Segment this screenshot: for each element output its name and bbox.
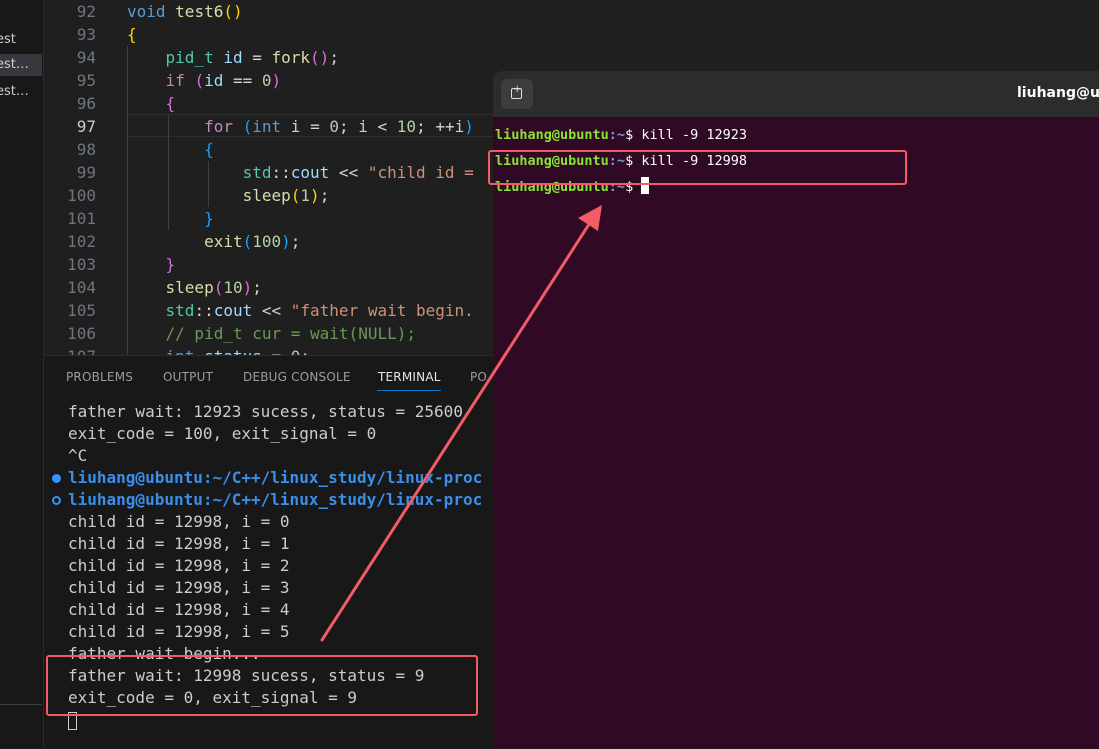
prompt-sign: $ — [625, 127, 642, 143]
code-line: } — [165, 255, 176, 274]
terminal-output-line: child id = 12998, i = 2 — [68, 556, 290, 575]
new-tab-icon — [511, 84, 522, 99]
code-line: int status = 0; — [127, 345, 311, 355]
command-text: kill -9 12923 — [641, 127, 747, 143]
code-line: // pid_t cur = wait(NULL); — [165, 324, 416, 343]
code-line: sleep(1); — [242, 186, 330, 205]
line-number: 99 — [76, 163, 96, 182]
line-number: 93 — [76, 25, 96, 44]
sidebar-file-item[interactable]: est — [0, 29, 42, 51]
code-line: std::cout << "father wait begin. — [165, 301, 474, 320]
terminal-output-line: child id = 12998, i = 0 — [68, 512, 290, 531]
sidebar-file-label: est… — [0, 57, 29, 72]
line-number: 107 — [44, 345, 96, 355]
sidebar-file-label: est… — [0, 84, 29, 99]
tab-problems[interactable]: PROBLEMS — [66, 370, 133, 384]
line-number: 94 — [76, 48, 96, 67]
code-line: if (id == 0) — [165, 71, 282, 90]
code-line: } — [204, 209, 214, 228]
tab-ports[interactable]: PO — [470, 370, 487, 384]
code-line: void test6() — [127, 2, 243, 21]
terminal-output-line: child id = 12998, i = 3 — [68, 578, 290, 597]
line-number: 95 — [76, 71, 96, 90]
prompt-path: :~/C++/linux_study/linux-proc — [202, 468, 483, 487]
code-line: sleep(10); — [165, 278, 262, 297]
terminal-titlebar: liuhang@ub — [493, 71, 1099, 117]
code-line: { — [204, 140, 214, 159]
sidebar-file-label: est — [0, 32, 16, 47]
prompt-path: :~ — [608, 127, 626, 143]
terminal-output-line: child id = 12998, i = 5 — [68, 622, 290, 641]
line-number: 92 — [76, 2, 96, 21]
line-number: 102 — [67, 232, 96, 251]
active-tab-indicator — [377, 390, 441, 391]
tab-terminal[interactable]: TERMINAL — [378, 370, 441, 384]
terminal-prompt-line: liuhang@ubuntu:~/C++/linux_study/linux-p… — [68, 489, 482, 511]
command-status-dot[interactable] — [52, 474, 61, 483]
code-line: { — [165, 94, 176, 113]
line-number-current: 97 — [76, 117, 96, 136]
sidebar-divider — [0, 704, 42, 705]
line-number: 105 — [67, 301, 96, 320]
tab-output[interactable]: OUTPUT — [163, 370, 213, 384]
sidebar-file-item[interactable]: est… — [0, 81, 42, 103]
terminal-output-line: exit_code = 100, exit_signal = 0 — [68, 424, 377, 443]
terminal-prompt-line: liuhang@ubuntu:~/C++/linux_study/linux-p… — [68, 467, 482, 489]
line-number: 96 — [76, 94, 96, 113]
terminal-output-line: child id = 12998, i = 1 — [68, 534, 290, 553]
prompt-user: liuhang@ubuntu — [68, 490, 203, 509]
code-line: for (int i = 0; i < 10; ++i) — [204, 117, 474, 136]
annotation-highlight-box — [46, 655, 478, 716]
code-line: std::cout << "child id = — [242, 163, 484, 182]
prompt-user: liuhang@ubuntu — [495, 127, 609, 143]
tab-debug-console[interactable]: DEBUG CONSOLE — [243, 370, 351, 384]
sidebar-file-item-active[interactable]: est… — [0, 54, 42, 76]
annotation-highlight-box — [488, 150, 907, 185]
line-number: 103 — [67, 255, 96, 274]
prompt-user: liuhang@ubuntu — [68, 468, 203, 487]
new-tab-button[interactable] — [501, 79, 533, 109]
line-number: 100 — [67, 186, 96, 205]
code-editor[interactable]: 92 93 94 95 96 97 98 99 100 101 102 103 … — [44, 0, 493, 355]
command-status-dot[interactable] — [52, 496, 61, 505]
terminal-output-line: ^C — [68, 446, 88, 465]
line-number: 106 — [67, 324, 96, 343]
line-number: 98 — [76, 140, 96, 159]
code-line: { — [127, 25, 137, 44]
code-line: exit(100); — [204, 232, 301, 251]
terminal-title: liuhang@ub — [1017, 85, 1099, 101]
line-number: 101 — [67, 209, 96, 228]
prompt-path: :~/C++/linux_study/linux-proc — [202, 490, 483, 509]
terminal-output-line: child id = 12998, i = 4 — [68, 600, 290, 619]
explorer-sidebar: est est… est… — [0, 0, 44, 748]
line-number: 104 — [67, 278, 96, 297]
code-line: pid_t id = fork(); — [165, 48, 339, 67]
terminal-command-line: liuhang@ubuntu:~$ kill -9 12923 — [495, 122, 747, 148]
terminal-output-line: father wait: 12923 sucess, status = 2560… — [68, 402, 463, 421]
